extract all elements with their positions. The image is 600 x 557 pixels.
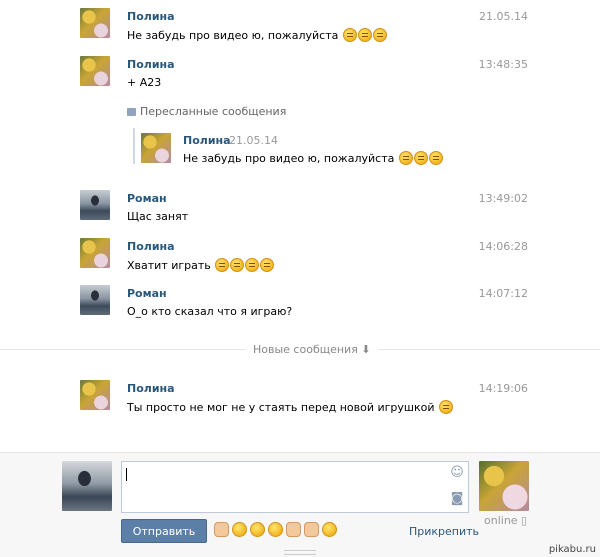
avatar[interactable] [80, 8, 110, 38]
message-text: Не забудь про видео ю, пожалуйста [127, 28, 387, 42]
message-time: 21.05.14 [479, 10, 528, 23]
message-text: О_о кто сказал что я играю? [127, 305, 293, 318]
avatar[interactable] [141, 133, 171, 163]
forwarded-messages-label: Пересланные сообщения [127, 105, 286, 118]
message-author[interactable]: Полина [127, 58, 175, 71]
flushed-emoji-icon[interactable] [232, 522, 247, 537]
message-author[interactable]: Полина [127, 10, 175, 23]
message-text: Хватит играть [127, 258, 275, 272]
message-time: 14:07:12 [478, 287, 528, 300]
watermark: pikabu.ru [548, 544, 596, 555]
smiley-icon [428, 151, 443, 165]
resize-handle[interactable] [284, 550, 316, 555]
wave-hand-icon[interactable] [304, 522, 319, 537]
message-time: 14:19:06 [478, 382, 528, 395]
avatar[interactable] [80, 190, 110, 220]
message-text: Ты просто не мог не у стаять перед новой… [127, 400, 454, 414]
forwarded-author[interactable]: Полина [183, 134, 231, 147]
smiley-icon [245, 258, 260, 272]
smiley-icon [342, 28, 357, 42]
message-author[interactable]: Полина [127, 240, 175, 253]
avatar[interactable] [80, 285, 110, 315]
message-author[interactable]: Роман [127, 287, 167, 300]
message-time: 13:49:02 [478, 192, 528, 205]
message-input[interactable]: ☺ ◙ [121, 461, 469, 513]
scream-emoji-icon[interactable] [322, 522, 337, 537]
compose-area: ☺ ◙ online ▯ Отправить Прикрепить pikabu… [0, 452, 600, 557]
forwarded-bar [133, 128, 135, 164]
neutral-emoji-icon[interactable] [268, 522, 283, 537]
text-caret [126, 468, 127, 481]
smiley-icon [439, 400, 454, 414]
partner-avatar[interactable] [479, 461, 529, 511]
clap-emoji-icon[interactable] [214, 522, 229, 537]
emoji-quick-bar [214, 522, 340, 537]
online-status: online ▯ [484, 514, 528, 527]
avatar[interactable] [80, 380, 110, 410]
forwarded-date: 21.05.14 [229, 134, 278, 147]
message-author[interactable]: Роман [127, 192, 167, 205]
smiley-icon [260, 258, 275, 272]
pointing-hand-icon[interactable] [286, 522, 301, 537]
smiley-icon [413, 151, 428, 165]
laughing-emoji-icon[interactable] [250, 522, 265, 537]
avatar[interactable] [80, 56, 110, 86]
my-avatar[interactable] [62, 461, 112, 511]
avatar[interactable] [80, 238, 110, 268]
camera-icon[interactable]: ◙ [450, 492, 464, 506]
smiley-icon [357, 28, 372, 42]
message-text: Щас занят [127, 210, 189, 223]
smiley-icon [372, 28, 387, 42]
send-button[interactable]: Отправить [121, 519, 207, 543]
smiley-icon [215, 258, 230, 272]
new-messages-label: Новые сообщения ⬇ [245, 343, 379, 356]
message-author[interactable]: Полина [127, 382, 175, 395]
smile-icon[interactable]: ☺ [450, 466, 464, 480]
message-text: + А23 [127, 76, 162, 89]
smiley-icon [398, 151, 413, 165]
message-time: 14:06:28 [478, 240, 528, 253]
attach-link[interactable]: Прикрепить [409, 525, 479, 538]
forwarded-text: Не забудь про видео ю, пожалуйста [183, 151, 443, 165]
forward-icon [127, 108, 136, 116]
message-time: 13:48:35 [478, 58, 528, 71]
smiley-icon [230, 258, 245, 272]
